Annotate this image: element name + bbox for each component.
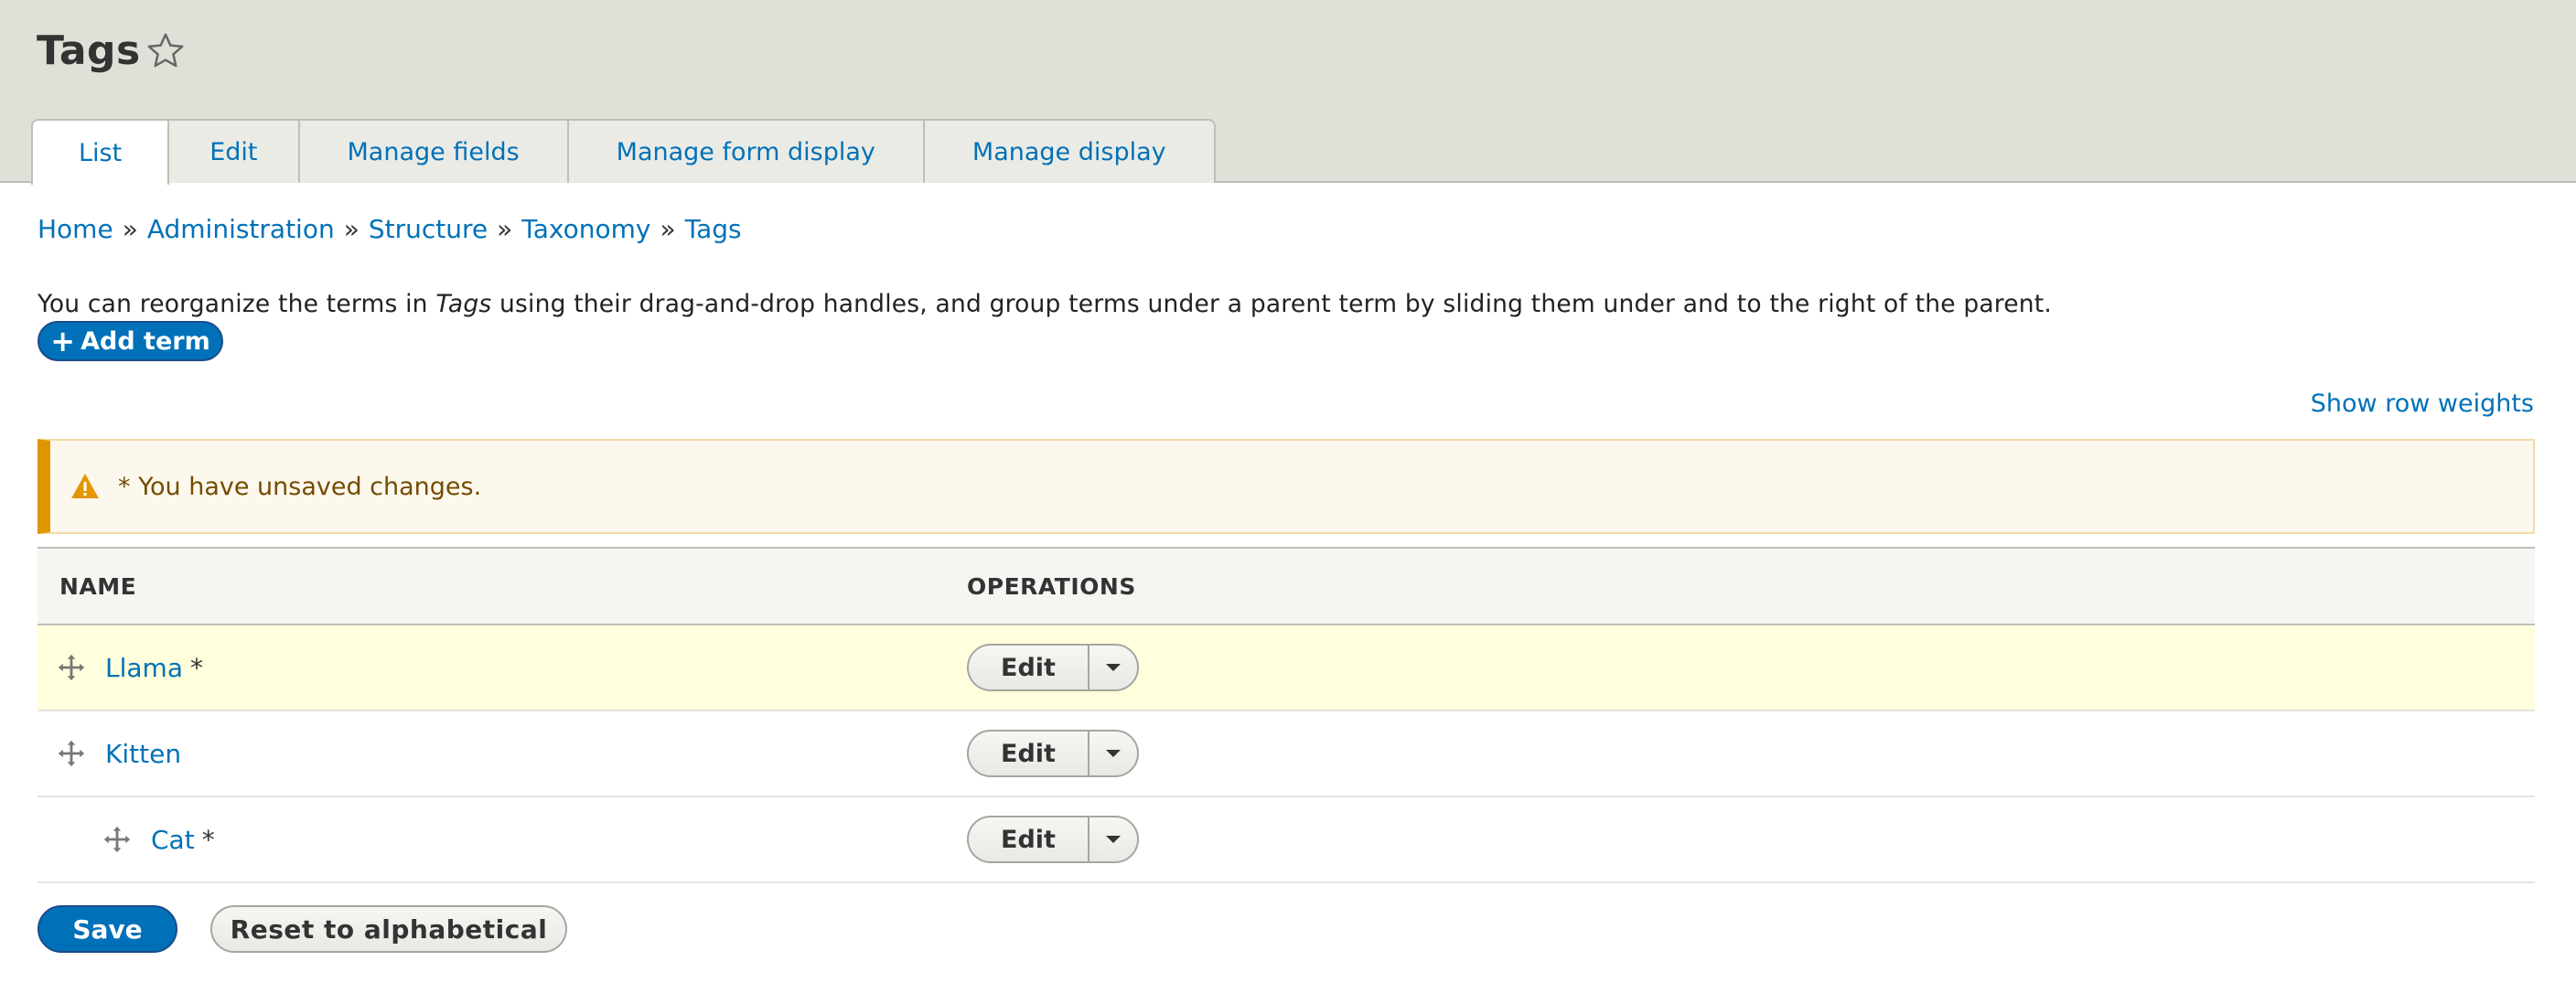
taxonomy-terms-table: NAME OPERATIONS Llama * Edit Kitten Edit… [38,547,2535,883]
term-link[interactable]: Cat [151,825,195,855]
changed-marker: * [201,824,215,855]
operations-toggle[interactable] [1089,646,1137,689]
breadcrumb-taxonomy[interactable]: Taxonomy [521,214,650,244]
save-button[interactable]: Save [38,905,177,953]
breadcrumb: Home » Administration » Structure » Taxo… [38,214,742,244]
caret-down-icon [1106,750,1121,757]
table-row: Cat * Edit [38,796,2535,883]
operations-toggle[interactable] [1089,817,1137,861]
page-header: Tags List Edit Manage fields Manage form… [0,0,2576,185]
breadcrumb-separator: » [660,214,676,244]
changed-marker: * [189,652,203,683]
edit-button[interactable]: Edit [969,817,1089,861]
page-title: Tags [37,27,141,74]
breadcrumb-separator: » [497,214,513,244]
reset-alphabetical-button[interactable]: Reset to alphabetical [210,905,567,953]
tab-manage-form-display[interactable]: Manage form display [568,119,925,183]
caret-down-icon [1106,836,1121,843]
primary-tabs: List Edit Manage fields Manage form disp… [31,119,1216,185]
breadcrumb-home[interactable]: Home [38,214,113,244]
plus-icon: + [50,324,76,358]
table-row: Kitten Edit [38,710,2535,797]
star-icon[interactable] [145,30,187,72]
caret-down-icon [1106,664,1121,671]
tab-manage-fields[interactable]: Manage fields [299,119,569,183]
show-row-weights-link[interactable]: Show row weights [2311,390,2534,418]
edit-button[interactable]: Edit [969,646,1089,689]
edit-button[interactable]: Edit [969,732,1089,775]
add-term-label: Add term [80,326,210,356]
column-header-name: NAME [38,547,967,625]
unsaved-changes-warning: * You have unsaved changes. [38,439,2535,534]
table-row: Llama * Edit [38,625,2535,711]
breadcrumb-tags[interactable]: Tags [685,214,742,244]
term-link[interactable]: Llama [105,653,183,683]
tab-list[interactable]: List [31,119,170,185]
warning-message: * You have unsaved changes. [118,472,482,501]
breadcrumb-structure[interactable]: Structure [369,214,488,244]
operations-toggle[interactable] [1089,732,1137,775]
add-term-button[interactable]: + Add term [38,321,223,361]
drag-handle-icon[interactable] [56,652,87,683]
operations-dropbutton: Edit [967,816,1139,863]
breadcrumb-separator: » [122,214,138,244]
drag-handle-icon[interactable] [102,824,133,855]
help-text-before: You can reorganize the terms in [38,289,436,318]
tab-manage-display[interactable]: Manage display [924,119,1216,183]
tab-edit[interactable]: Edit [169,119,300,183]
breadcrumb-administration[interactable]: Administration [147,214,335,244]
term-link[interactable]: Kitten [105,739,181,769]
help-text-after: using their drag-and-drop handles, and g… [491,289,2053,318]
operations-dropbutton: Edit [967,644,1139,691]
help-text-vocabulary: Tags [435,289,492,318]
help-text: You can reorganize the terms in Tags usi… [38,290,2052,318]
column-header-operations: OPERATIONS [967,547,2535,625]
operations-dropbutton: Edit [967,730,1139,777]
breadcrumb-separator: » [343,214,360,244]
drag-handle-icon[interactable] [56,738,87,769]
warning-triangle-icon [71,474,99,498]
